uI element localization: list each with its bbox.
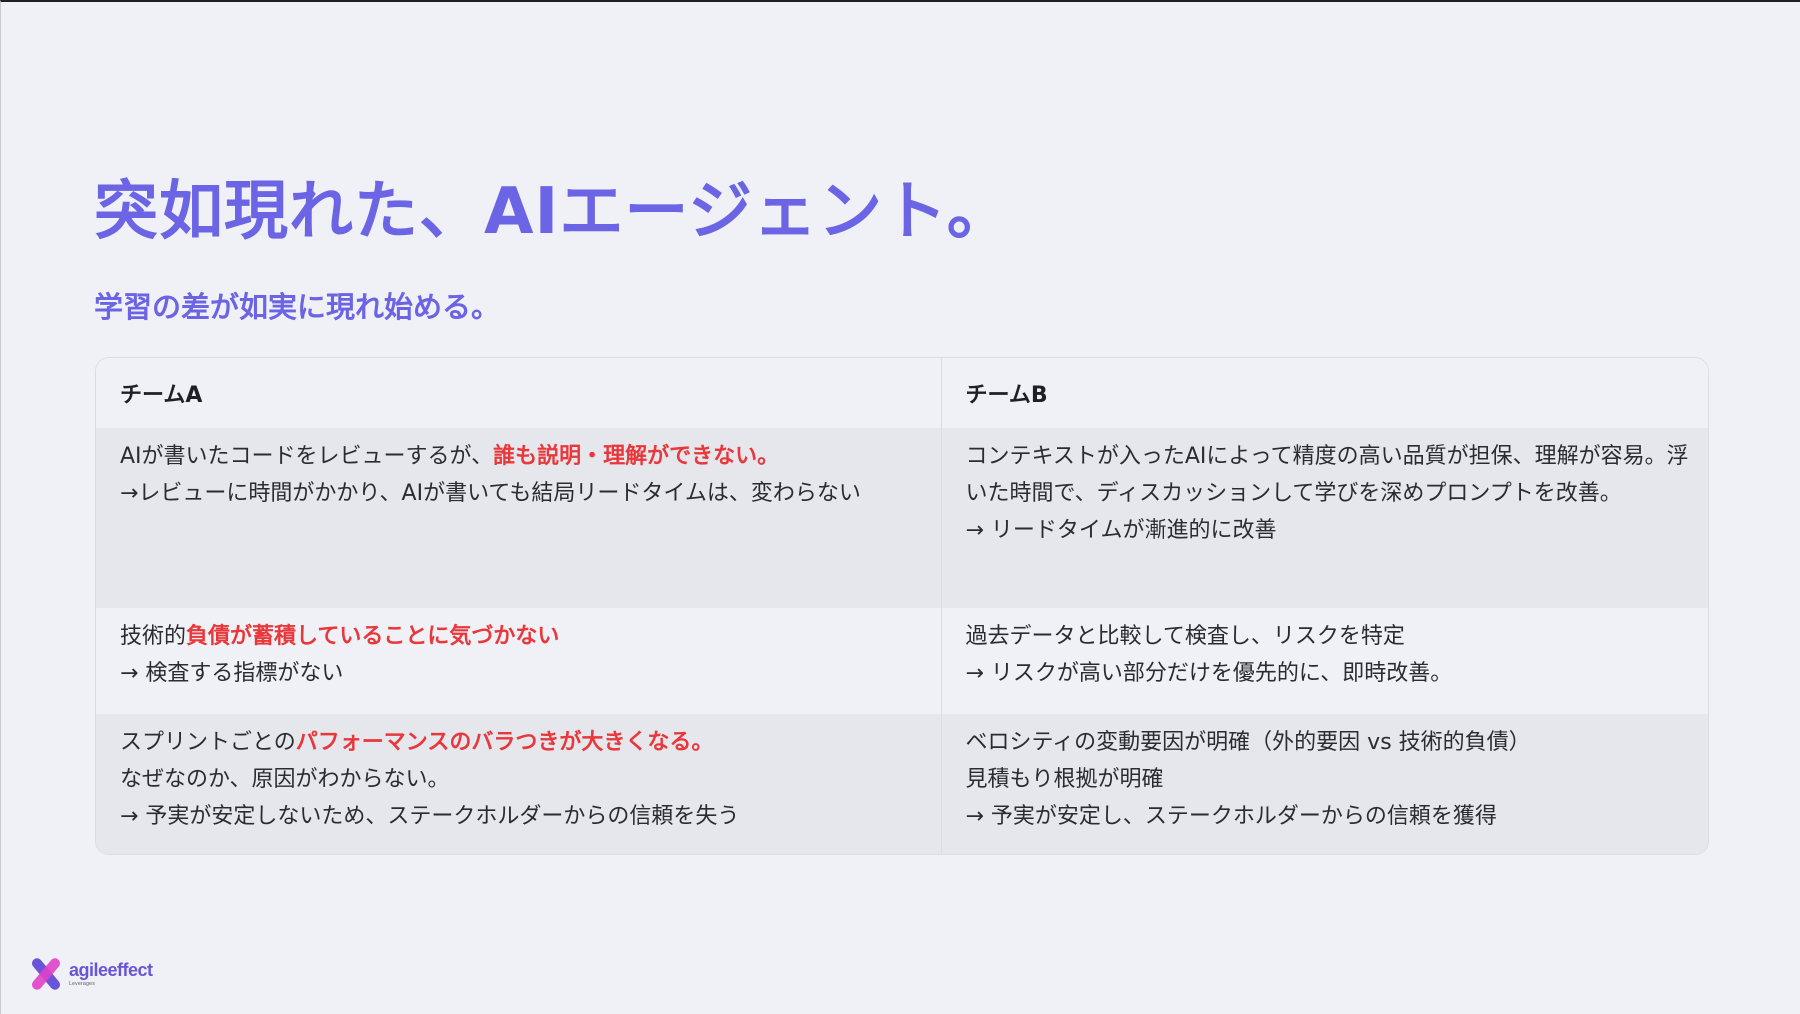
cell-team-b: ベロシティの変動要因が明確（外的要因 vs 技術的負債） 見積もり根拠が明確 →… <box>940 714 1708 854</box>
cell-line: 技術的負債が蓄積していることに気づかない <box>120 624 560 649</box>
cell-line: → 予実が安定しないため、ステークホルダーからの信頼を失う <box>120 804 740 829</box>
highlight-text: 負債が蓄積していることに気づかない <box>186 624 560 649</box>
table-row: スプリントごとのパフォーマンスのバラつきが大きくなる。 なぜなのか、原因がわから… <box>96 714 1708 854</box>
cell-line: なぜなのか、原因がわからない。 <box>120 767 450 792</box>
cell-team-b: 過去データと比較して検査し、リスクを特定 → リスクが高い部分だけを優先的に、即… <box>940 608 1708 714</box>
cell-team-b: コンテキストが入ったAIによって精度の高い品質が担保、理解が容易。浮いた時間で、… <box>940 428 1708 608</box>
logo-name: agileeffect <box>69 960 153 980</box>
cell-line: AIが書いたコードをレビューするが、誰も説明・理解ができない。 <box>120 444 780 469</box>
header-team-a: チームA <box>96 358 941 428</box>
header-team-b: チームB <box>940 358 1708 428</box>
highlight-text: 誰も説明・理解ができない。 <box>493 444 780 469</box>
table-row: 技術的負債が蓄積していることに気づかない → 検査する指標がない 過去データと比… <box>96 608 1708 714</box>
cell-line: コンテキストが入ったAIによって精度の高い品質が担保、理解が容易。浮いた時間で、… <box>965 444 1689 506</box>
company-logo: agileeffect Leverages <box>27 957 153 991</box>
x-mark-logo-icon <box>32 958 60 990</box>
cell-line: → 検査する指標がない <box>120 661 344 686</box>
cell-line: スプリントごとのパフォーマンスのバラつきが大きくなる。 <box>120 730 714 755</box>
comparison-table: チームA チームB AIが書いたコードをレビューするが、誰も説明・理解ができない… <box>95 357 1709 855</box>
cell-line: → リスクが高い部分だけを優先的に、即時改善。 <box>965 661 1453 686</box>
logo-tagline: Leverages <box>69 981 96 987</box>
cell-team-a: 技術的負債が蓄積していることに気づかない → 検査する指標がない <box>96 608 941 714</box>
slide-subtitle: 学習の差が如実に現れ始める。 <box>94 290 501 324</box>
cell-line: 見積もり根拠が明確 <box>965 767 1164 792</box>
highlight-text: パフォーマンスのバラつきが大きくなる。 <box>295 730 714 755</box>
cell-team-a: スプリントごとのパフォーマンスのバラつきが大きくなる。 なぜなのか、原因がわから… <box>96 714 941 854</box>
slide-title: 突如現れた、AIエージェント。 <box>94 175 1012 249</box>
cell-line: → リードタイムが漸進的に改善 <box>965 518 1277 543</box>
cell-line: → 予実が安定し、ステークホルダーからの信頼を獲得 <box>965 804 1497 829</box>
cell-line: →レビューに時間がかかり、AIが書いても結局リードタイムは、変わらない <box>120 481 861 506</box>
cell-line: 過去データと比較して検査し、リスクを特定 <box>965 624 1405 649</box>
table-row: AIが書いたコードをレビューするが、誰も説明・理解ができない。 →レビューに時間… <box>96 428 1708 608</box>
table-header-row: チームA チームB <box>96 358 1708 428</box>
cell-team-a: AIが書いたコードをレビューするが、誰も説明・理解ができない。 →レビューに時間… <box>96 428 941 608</box>
cell-line: ベロシティの変動要因が明確（外的要因 vs 技術的負債） <box>965 730 1531 755</box>
